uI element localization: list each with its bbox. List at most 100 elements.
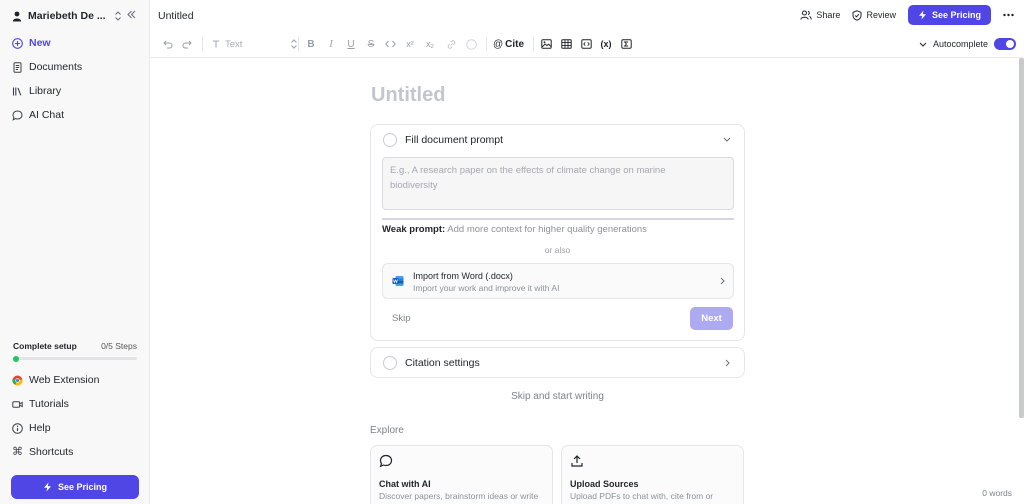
explore-card-upload[interactable]: Upload Sources Upload PDFs to chat with,… [561, 445, 744, 504]
review-label: Review [866, 10, 896, 20]
scrollbar[interactable] [1019, 58, 1024, 418]
citation-settings-card[interactable]: Citation settings [370, 347, 745, 378]
code-block-icon[interactable] [579, 37, 593, 51]
prompt-textarea[interactable]: E.g., A research paper on the effects of… [382, 157, 734, 210]
prompt-strength-hint: Weak prompt: Add more context for higher… [382, 224, 647, 235]
skip-button[interactable]: Skip [392, 313, 410, 324]
collapse-sidebar-icon[interactable] [127, 10, 136, 19]
chevron-down-icon [919, 42, 927, 47]
cite-label: Cite [505, 38, 525, 50]
chevron-updown-icon [114, 11, 122, 21]
sidebar-item-label: AI Chat [29, 109, 65, 121]
library-icon [12, 86, 23, 97]
strikethrough-icon[interactable]: S [364, 37, 378, 51]
chevron-updown-icon [290, 39, 298, 49]
title-input[interactable]: Untitled [371, 84, 445, 107]
at-sign-icon: @ [493, 38, 504, 50]
prompt-placeholder: E.g., A research paper on the effects of… [390, 165, 666, 176]
formatting-toolbar: Text B I U S x² x₂ @ Cite (x) Autocomple… [150, 30, 1024, 58]
explore-card-title: Chat with AI [379, 479, 431, 489]
sidebar-item-help[interactable]: Help [8, 418, 142, 438]
more-options-icon[interactable] [1003, 13, 1014, 17]
sidebar-item-label: Documents [29, 61, 83, 73]
next-button[interactable]: Next [690, 307, 733, 330]
import-word-button[interactable]: Import from Word (.docx) Import your wor… [382, 263, 734, 299]
chevron-down-icon[interactable] [723, 137, 731, 142]
lightning-icon [43, 482, 52, 492]
setup-steps: 0/5 Steps [101, 341, 137, 351]
fill-prompt-header[interactable]: Fill document prompt [383, 133, 503, 147]
see-pricing-button-header[interactable]: See Pricing [907, 5, 991, 25]
sidebar-item-documents[interactable]: Documents [8, 57, 142, 77]
document-title[interactable]: Untitled [158, 10, 194, 22]
undo-icon[interactable] [161, 37, 175, 51]
command-icon: ⌘ [12, 445, 23, 458]
sidebar-item-ai-chat[interactable]: AI Chat [8, 105, 142, 125]
fill-prompt-title: Fill document prompt [405, 134, 504, 146]
image-icon[interactable] [539, 37, 553, 51]
sidebar-item-label: Web Extension [29, 374, 100, 386]
subscript-icon[interactable]: x₂ [423, 37, 437, 51]
text-style-select[interactable]: Text [212, 37, 298, 51]
sidebar-item-tutorials[interactable]: Tutorials [8, 394, 142, 414]
skip-and-start-writing-link[interactable]: Skip and start writing [370, 391, 745, 402]
italic-icon[interactable]: I [324, 37, 338, 51]
step-circle-icon [383, 133, 397, 147]
see-pricing-button-sidebar[interactable]: See Pricing [11, 475, 139, 499]
variable-icon[interactable]: (x) [599, 37, 613, 51]
shield-check-icon [852, 9, 862, 21]
cite-button[interactable]: @ Cite [493, 37, 524, 51]
word-count: 0 words [982, 488, 1012, 498]
setup-progress-bar [13, 355, 137, 362]
sidebar-item-label: Tutorials [29, 398, 69, 410]
import-title: Import from Word (.docx) [413, 271, 513, 281]
toolbar-divider [202, 37, 203, 51]
document-icon [12, 61, 23, 73]
autocomplete-control[interactable]: Autocomplete [919, 37, 1016, 51]
sidebar-item-new[interactable]: New [8, 33, 142, 53]
link-icon[interactable] [444, 37, 458, 51]
chevron-right-icon [725, 359, 730, 367]
workspace-name: Mariebeth De ... [28, 10, 106, 22]
workspace-switcher[interactable]: Mariebeth De ... [12, 9, 140, 23]
chevron-right-icon [720, 277, 725, 285]
sidebar-item-label: Library [29, 85, 62, 97]
setup-label: Complete setup [13, 341, 77, 351]
prompt-placeholder: biodiversity [390, 180, 438, 191]
autocomplete-label: Autocomplete [932, 39, 988, 49]
complete-setup[interactable]: Complete setup 0/5 Steps [13, 341, 137, 362]
review-button[interactable]: Review [852, 9, 896, 21]
sidebar: Mariebeth De ... New Documents Library A… [0, 0, 150, 504]
sidebar-item-shortcuts[interactable]: ⌘ Shortcuts [8, 442, 142, 462]
fill-prompt-card: Fill document prompt E.g., A research pa… [370, 124, 745, 341]
users-icon [800, 10, 813, 20]
word-icon [392, 275, 404, 287]
explore-card-title: Upload Sources [570, 479, 639, 489]
code-icon[interactable] [383, 37, 397, 51]
setup-progress-indicator [13, 355, 19, 362]
sidebar-item-library[interactable]: Library [8, 81, 142, 101]
share-button[interactable]: Share [800, 10, 840, 20]
superscript-icon[interactable]: x² [403, 37, 417, 51]
prompt-strength-bar [382, 218, 734, 220]
toolbar-divider [486, 37, 487, 51]
sidebar-item-label: Shortcuts [29, 446, 74, 458]
explore-card-chat[interactable]: Chat with AI Discover papers, brainstorm… [370, 445, 553, 504]
text-style-value: Text [225, 38, 243, 50]
lightning-icon [918, 10, 927, 20]
table-icon[interactable] [559, 37, 573, 51]
redo-icon[interactable] [180, 37, 194, 51]
bold-icon[interactable]: B [304, 37, 318, 51]
sidebar-item-web-extension[interactable]: Web Extension [8, 370, 142, 390]
citation-settings-title: Citation settings [405, 357, 480, 369]
math-sigma-icon[interactable] [619, 37, 633, 51]
toolbar-divider [533, 37, 534, 51]
underline-icon[interactable]: U [344, 37, 358, 51]
citation-settings-header: Citation settings [383, 356, 480, 370]
weak-prompt-label: Weak prompt: [382, 224, 446, 235]
import-subtitle: Import your work and improve it with AI [413, 283, 560, 293]
see-pricing-label: See Pricing [57, 482, 108, 492]
color-picker-icon[interactable] [464, 37, 478, 51]
autocomplete-toggle[interactable] [994, 38, 1016, 50]
explore-heading: Explore [370, 425, 404, 436]
